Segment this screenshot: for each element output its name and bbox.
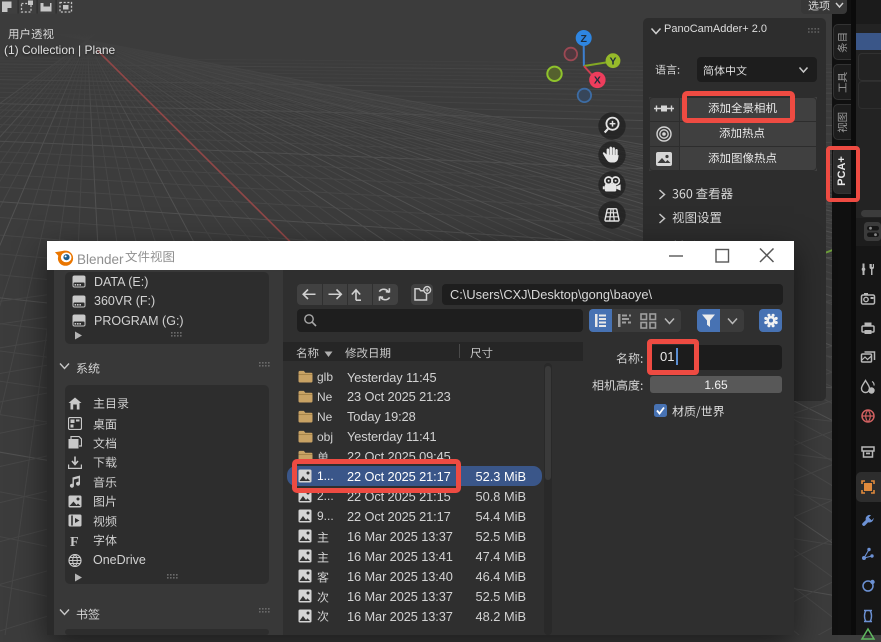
svg-text:F: F <box>70 535 79 547</box>
svg-text:Z: Z <box>580 33 587 45</box>
svg-text:X: X <box>594 75 601 87</box>
svg-text:Y: Y <box>609 56 616 68</box>
